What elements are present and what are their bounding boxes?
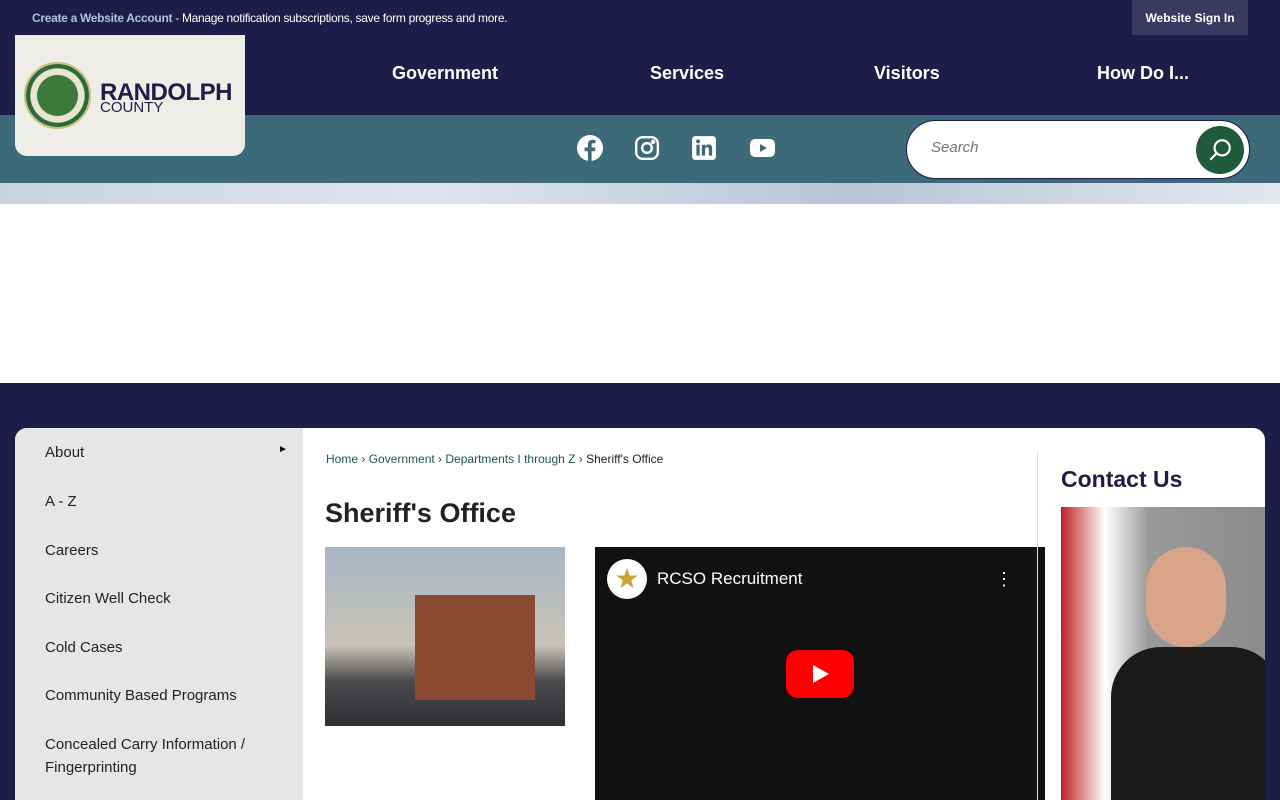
- logo-sub: COUNTY: [100, 99, 164, 116]
- sign-in-button[interactable]: Website Sign In: [1132, 0, 1248, 35]
- more-options-icon[interactable]: ⋮: [995, 569, 1013, 590]
- nav-services[interactable]: Services: [650, 63, 724, 84]
- contact-us-heading: Contact Us: [1061, 466, 1183, 492]
- instagram-icon[interactable]: [634, 135, 660, 161]
- sidebar-item-community-programs[interactable]: Community Based Programs: [45, 684, 237, 707]
- sidebar-item-about[interactable]: About: [45, 441, 84, 464]
- banner-image: [0, 183, 1280, 204]
- search-icon: [1209, 139, 1231, 161]
- nav-government[interactable]: Government: [392, 63, 498, 84]
- breadcrumb-current: Sheriff's Office: [586, 452, 664, 466]
- sheriff-building-photo: [325, 547, 565, 726]
- breadcrumb-home[interactable]: Home: [326, 452, 358, 466]
- linkedin-icon[interactable]: [691, 135, 717, 161]
- breadcrumb: Home › Government › Departments I throug…: [326, 452, 664, 466]
- create-account-link[interactable]: Create a Website Account: [32, 11, 172, 25]
- youtube-icon[interactable]: [749, 135, 776, 161]
- content-card: About ► A - Z Careers Citizen Well Check…: [15, 428, 1265, 800]
- sidebar-item-citizen-well-check[interactable]: Citizen Well Check: [45, 587, 171, 610]
- nav-visitors[interactable]: Visitors: [874, 63, 940, 84]
- county-seal-icon: [24, 62, 91, 129]
- sheriff-star-icon: ★: [607, 559, 647, 599]
- submenu-arrow-icon[interactable]: ►: [278, 444, 288, 455]
- breadcrumb-departments[interactable]: Departments I through Z: [445, 452, 575, 466]
- sidebar-item-cold-cases[interactable]: Cold Cases: [45, 636, 123, 659]
- logo[interactable]: RANDOLPH COUNTY: [15, 35, 245, 156]
- video-title[interactable]: RCSO Recruitment: [657, 569, 802, 589]
- account-message: - Manage notification subscriptions, sav…: [172, 11, 508, 25]
- breadcrumb-government[interactable]: Government: [369, 452, 435, 466]
- sheriff-portrait: [1061, 507, 1265, 800]
- video-player[interactable]: ★ RCSO Recruitment ⋮: [595, 547, 1045, 800]
- search-box: [906, 120, 1250, 179]
- divider: [1037, 452, 1038, 800]
- page-title: Sheriff's Office: [325, 498, 516, 528]
- sidebar-item-a-z[interactable]: A - Z: [45, 490, 77, 513]
- facebook-icon[interactable]: [577, 135, 603, 161]
- sidebar-item-careers[interactable]: Careers: [45, 539, 98, 562]
- nav-how-do-i[interactable]: How Do I...: [1097, 63, 1189, 84]
- top-bar: Create a Website Account - Manage notifi…: [0, 0, 1280, 35]
- sidebar-item-concealed-carry[interactable]: Concealed Carry Information / Fingerprin…: [45, 733, 275, 779]
- search-button[interactable]: [1196, 126, 1244, 174]
- sidebar: About ► A - Z Careers Citizen Well Check…: [15, 428, 303, 800]
- play-button[interactable]: [786, 650, 854, 698]
- search-input[interactable]: [931, 139, 1181, 156]
